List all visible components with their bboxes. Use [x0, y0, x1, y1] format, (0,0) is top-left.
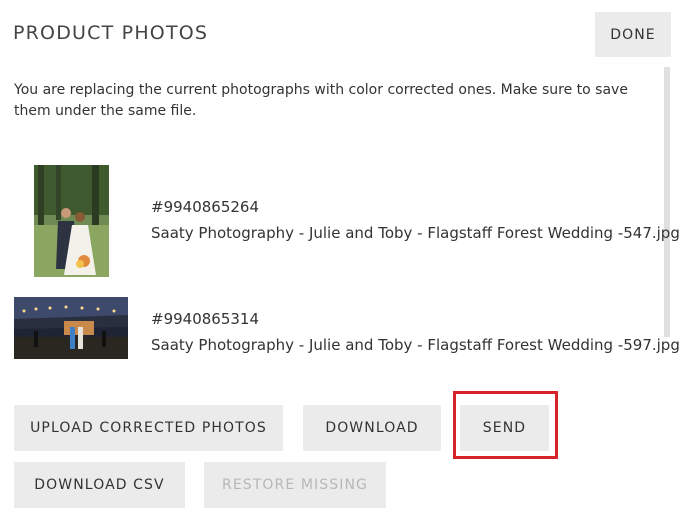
restore-missing-button[interactable]: RESTORE MISSING: [204, 462, 386, 508]
photo-id: #9940865264: [151, 198, 260, 216]
scrollbar[interactable]: [664, 67, 670, 337]
done-button[interactable]: DONE: [595, 12, 671, 57]
photo-list-item: #9940865314 Saaty Photography - Julie an…: [14, 297, 680, 359]
photo-id: #9940865314: [151, 310, 260, 328]
download-button[interactable]: DOWNLOAD: [303, 405, 441, 451]
photo-thumbnail: [34, 165, 109, 277]
download-csv-button[interactable]: DOWNLOAD CSV: [14, 462, 185, 508]
photo-thumbnail: [14, 297, 128, 359]
dialog-title: PRODUCT PHOTOS: [13, 22, 209, 44]
replace-notice: You are replacing the current photograph…: [14, 82, 628, 119]
photo-filename: Saaty Photography - Julie and Toby - Fla…: [151, 336, 680, 354]
send-button[interactable]: SEND: [460, 405, 549, 451]
photo-list-item: #9940865264 Saaty Photography - Julie an…: [14, 165, 680, 277]
photo-filename: Saaty Photography - Julie and Toby - Fla…: [151, 224, 680, 242]
upload-corrected-photos-button[interactable]: UPLOAD CORRECTED PHOTOS: [14, 405, 283, 451]
